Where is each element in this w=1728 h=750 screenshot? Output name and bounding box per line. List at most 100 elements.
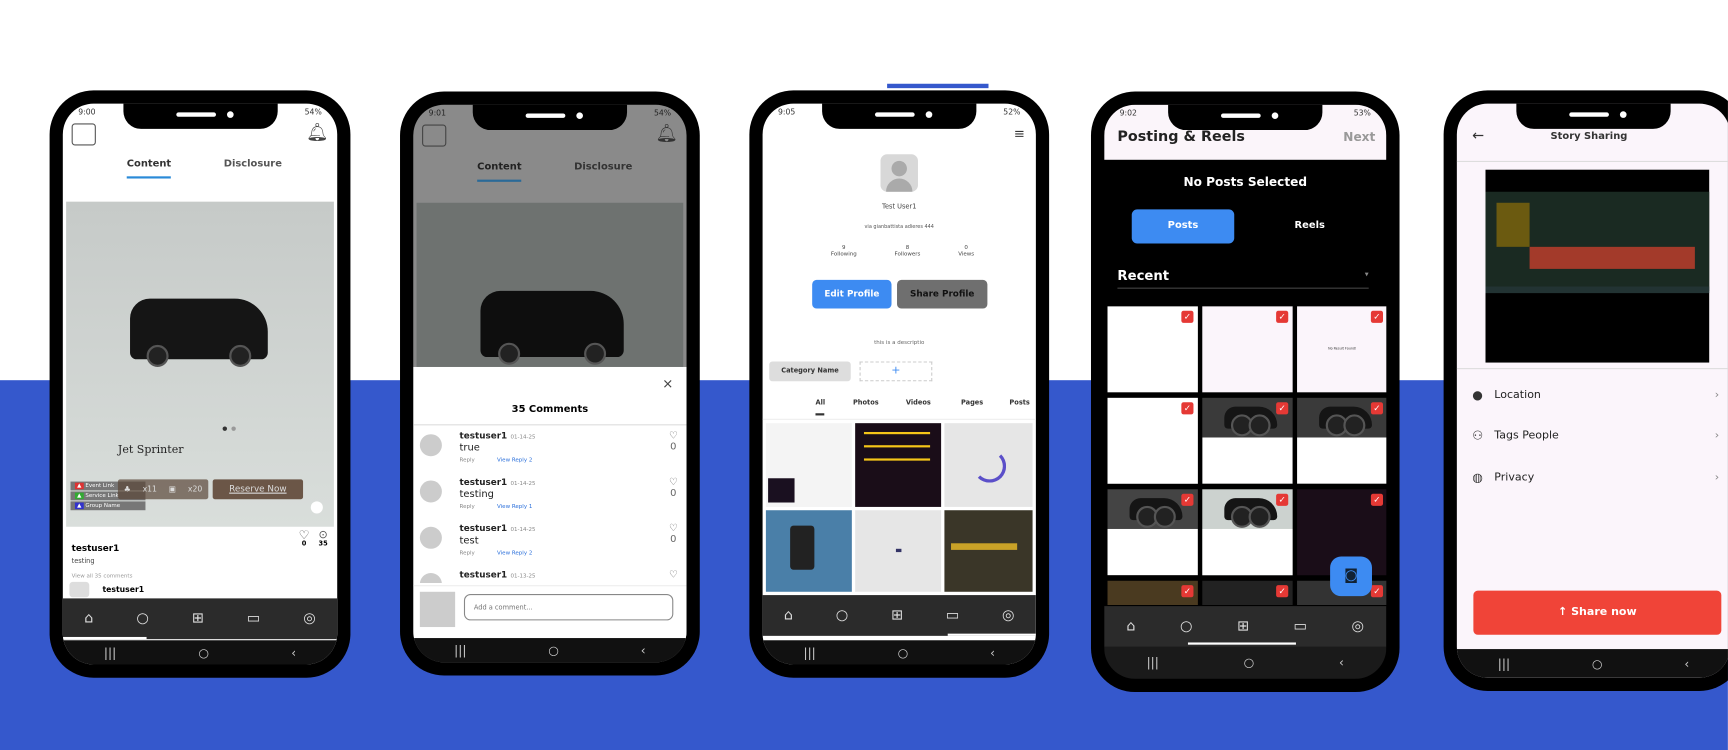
calendar-icon[interactable] [422,124,447,147]
comment-input[interactable] [463,593,674,621]
location-option[interactable]: ● Location › [1472,383,1719,405]
tab-videos[interactable]: Videos [906,399,931,407]
reply-link[interactable]: Reply [460,457,475,464]
bell-icon[interactable]: 🔔︎ [306,121,328,142]
grid-thumbnail[interactable] [765,510,852,592]
recent-dropdown[interactable]: Recent [1117,268,1169,283]
grid-thumbnail[interactable] [944,510,1033,592]
home-button[interactable]: ○ [1244,656,1255,670]
selected-checkbox[interactable]: ✓ [1276,310,1289,323]
category-chip[interactable]: Category Name [769,361,851,382]
stat-following[interactable]: 9 Following [831,245,857,258]
profile-avatar[interactable] [880,154,918,192]
post-username[interactable]: testuser1 [72,543,120,553]
search-icon[interactable]: ○ [836,607,849,624]
recent-thumbnail[interactable]: ✓ [1202,397,1293,484]
menu-icon[interactable]: ≡ [1014,126,1025,141]
recent-thumbnail[interactable]: ✓ [1202,306,1293,393]
home-icon[interactable]: ⌂ [1126,618,1135,635]
share-profile-button[interactable]: Share Profile [897,279,988,309]
home-button[interactable]: ○ [1592,656,1603,670]
story-preview[interactable] [1485,169,1710,363]
view-comments-link[interactable]: View all 35 comments [72,573,133,580]
reply-link[interactable]: Reply [460,550,475,557]
grid-thumbnail[interactable] [855,510,942,592]
grid-thumbnail[interactable] [944,423,1033,507]
recent-thumbnail[interactable]: No Result Found! ✓ [1297,306,1387,393]
like-comment-button[interactable]: ♡ 0 [669,477,678,499]
grid-thumbnail[interactable] [855,423,942,507]
stat-followers[interactable]: 8 Followers [895,245,921,258]
recent-thumbnail[interactable]: ✓ [1107,397,1198,484]
camera-button[interactable]: ◙ [1330,556,1372,597]
next-button[interactable]: Next [1343,130,1375,144]
reels-toggle[interactable]: Reels [1258,209,1360,243]
tab-disclosure[interactable]: Disclosure [574,162,632,173]
recent-thumbnail[interactable]: ✓ [1107,489,1198,576]
recent-thumbnail[interactable]: ✓ [1107,306,1198,393]
add-icon[interactable]: ⊞ [1237,618,1249,635]
share-now-button[interactable]: ↑ Share now [1473,590,1722,635]
home-icon[interactable]: ⌂ [84,611,93,628]
recents-button[interactable]: ||| [804,645,816,659]
add-icon[interactable]: ⊞ [192,611,204,628]
selected-checkbox[interactable]: ✓ [1276,585,1289,598]
back-button[interactable]: ‹ [641,643,646,657]
bell-icon[interactable]: 🔔︎ [655,122,677,143]
selected-checkbox[interactable]: ✓ [1370,585,1384,598]
selected-checkbox[interactable]: ✓ [1181,310,1194,323]
view-replies-link[interactable]: View Reply 2 [497,457,532,464]
close-icon[interactable]: × [662,376,673,391]
back-button[interactable]: ‹ [990,645,995,659]
selected-checkbox[interactable]: ✓ [1276,493,1289,506]
tab-content[interactable]: Content [477,162,521,173]
tab-content[interactable]: Content [127,159,171,170]
tab-disclosure[interactable]: Disclosure [224,159,282,170]
back-button[interactable]: ‹ [1684,656,1689,670]
messages-icon[interactable]: ▭ [247,611,261,628]
selected-checkbox[interactable]: ✓ [1276,402,1289,415]
view-replies-link[interactable]: View Reply 2 [497,550,532,557]
reserve-now-button[interactable]: Reserve Now [212,479,304,500]
recents-button[interactable]: ||| [454,643,466,657]
home-button[interactable]: ○ [898,645,909,659]
selected-checkbox[interactable]: ✓ [1181,585,1194,598]
profile-icon[interactable]: ◎ [303,611,316,628]
recent-thumbnail[interactable]: ✓ [1297,397,1387,484]
calendar-icon[interactable] [71,123,96,146]
selected-checkbox[interactable]: ✓ [1370,310,1384,323]
profile-icon[interactable]: ◎ [1002,607,1015,624]
group-name-badge[interactable]: ▲ Group Name [70,501,146,511]
back-button[interactable]: ‹ [291,645,296,659]
grid-thumbnail[interactable] [765,423,852,507]
comment-button[interactable]: ⊙ 35 [318,530,327,549]
like-comment-button[interactable]: ♡ 0 [669,431,678,453]
home-button[interactable]: ○ [548,643,559,657]
recent-thumbnail[interactable]: ✓ [1202,580,1293,605]
recents-button[interactable]: ||| [1147,656,1159,670]
add-category-button[interactable]: + [859,361,933,382]
post-image[interactable]: Jet Sprinter ▲ Event Link ▲ Service Link… [66,201,334,527]
edit-profile-button[interactable]: Edit Profile [812,279,892,309]
home-icon[interactable]: ⌂ [784,607,793,624]
tab-posts[interactable]: Posts [1009,399,1029,407]
tag-people-option[interactable]: ⚇ Tags People › [1472,424,1719,446]
back-button[interactable]: ‹ [1339,656,1344,670]
posts-toggle[interactable]: Posts [1131,209,1235,244]
selected-checkbox[interactable]: ✓ [1181,493,1194,506]
reply-link[interactable]: Reply [460,504,475,511]
selected-checkbox[interactable]: ✓ [1181,402,1194,415]
home-button[interactable]: ○ [198,645,209,659]
tab-pages[interactable]: Pages [961,399,983,407]
recent-thumbnail[interactable]: ✓ [1107,580,1198,605]
search-icon[interactable]: ○ [136,611,149,628]
tab-all[interactable]: All [815,399,825,407]
view-replies-link[interactable]: View Reply 1 [497,504,532,511]
search-icon[interactable]: ○ [1180,618,1193,635]
selected-checkbox[interactable]: ✓ [1370,402,1384,415]
recents-button[interactable]: ||| [104,645,116,659]
like-comment-button[interactable]: ♡ 0 [669,523,678,545]
chevron-down-icon[interactable]: ▾ [1365,270,1369,279]
recent-thumbnail[interactable]: ✓ [1202,489,1293,576]
messages-icon[interactable]: ▭ [946,607,960,624]
